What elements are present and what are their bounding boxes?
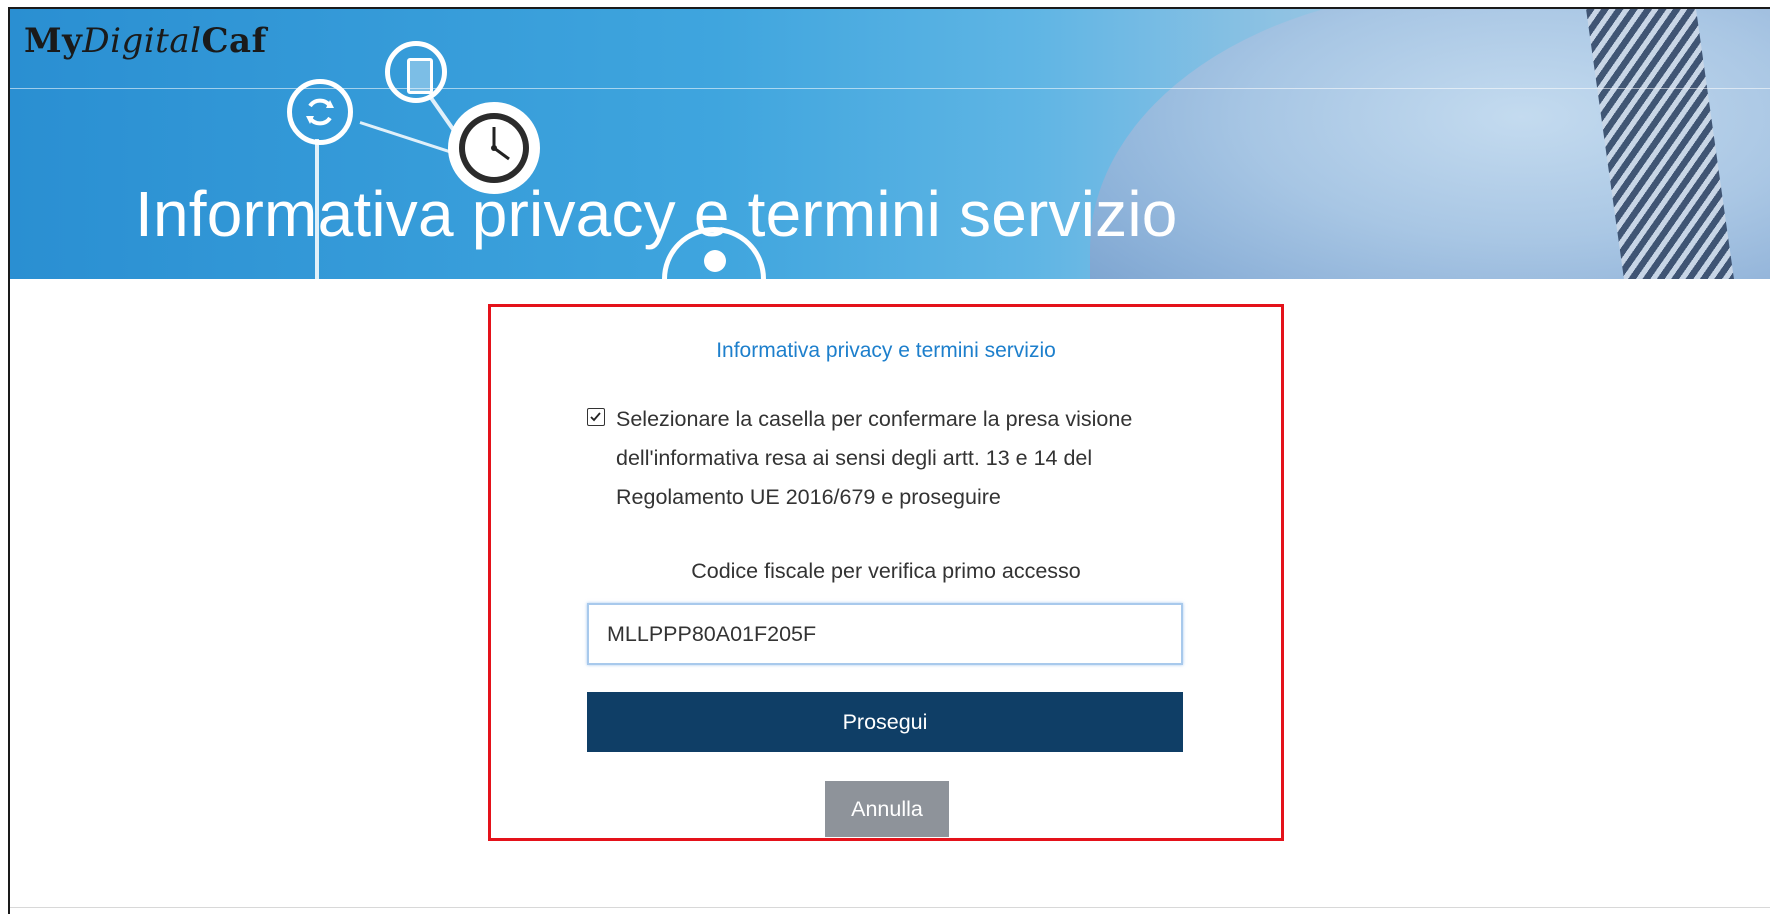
browser-frame: MyDigitalCaf Informativa privacy e termi… [8,7,1770,914]
panel-title: Informativa privacy e termini servizio [716,339,1056,362]
consent-label: Selezionare la casella per confermare la… [616,407,1133,509]
hero-divider [10,88,1770,89]
codice-fiscale-label: Codice fiscale per verifica primo access… [691,559,1081,583]
page-title: Informativa privacy e termini servizio [135,178,1178,250]
tablet-icon [385,41,447,103]
cancel-button[interactable]: Annulla [825,781,949,837]
codice-fiscale-input[interactable] [587,603,1183,665]
checkmark-icon [590,412,601,422]
refresh-icon [287,79,353,145]
consent-checkbox[interactable] [587,408,605,426]
app-logo: MyDigitalCaf [24,21,267,61]
hero-banner: MyDigitalCaf Informativa privacy e termi… [10,9,1770,279]
privacy-consent-panel: Informativa privacy e termini servizio S… [488,304,1284,841]
proceed-button[interactable]: Prosegui [587,692,1183,752]
frame-divider [10,907,1770,908]
deco-line [359,121,456,155]
